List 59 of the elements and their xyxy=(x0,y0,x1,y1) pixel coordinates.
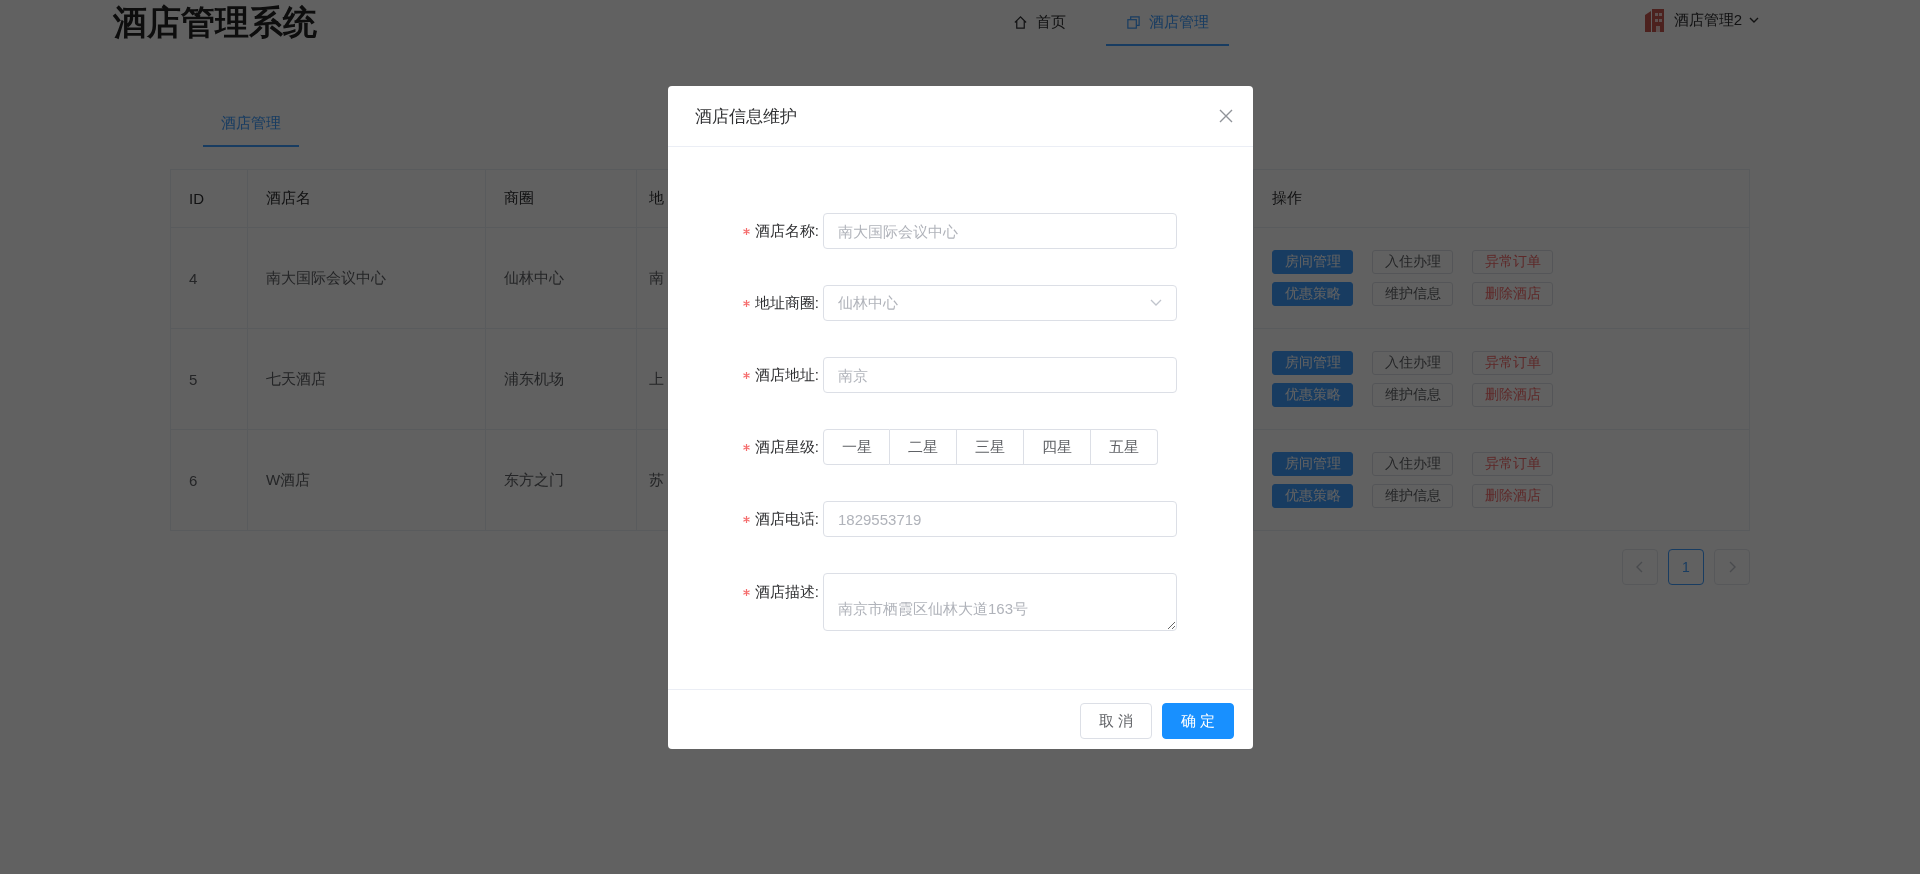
field-label: 酒店名称: xyxy=(754,221,819,241)
text-field[interactable]: 南大国际会议中心 xyxy=(823,213,1177,249)
text-field[interactable]: 南京 xyxy=(823,357,1177,393)
window-icon xyxy=(1126,14,1141,30)
table-cell: 上 xyxy=(649,369,664,389)
app-title: 酒店管理系统 xyxy=(113,2,318,43)
page-button[interactable]: 1 xyxy=(1668,549,1704,585)
action-button[interactable]: 房间管理 xyxy=(1272,452,1353,476)
field-label: 地址商圈: xyxy=(754,293,819,313)
previous-page-button[interactable] xyxy=(1622,549,1658,585)
text-field[interactable]: 1829553719 xyxy=(823,501,1177,537)
nav-tab[interactable]: 首页 xyxy=(993,0,1086,46)
action-button[interactable]: 维护信息 xyxy=(1372,383,1453,407)
close-icon[interactable] xyxy=(1219,109,1233,123)
table-cell: 4 xyxy=(189,269,198,287)
table-cell: 6 xyxy=(189,471,198,489)
confirm-button[interactable]: 确 定 xyxy=(1162,703,1234,739)
field-label: 酒店电话: xyxy=(754,509,819,529)
action-button[interactable]: 房间管理 xyxy=(1272,351,1353,375)
tab[interactable]: 酒店管理 xyxy=(203,104,299,147)
action-button[interactable]: 维护信息 xyxy=(1372,282,1453,306)
chevron-right-icon xyxy=(1727,561,1737,573)
star-option[interactable]: 二星 xyxy=(890,429,957,465)
column-header: 酒店名 xyxy=(266,189,311,208)
cancel-button[interactable]: 取 消 xyxy=(1080,703,1152,739)
dialog-title: 酒店信息维护 xyxy=(695,105,797,128)
table-cell: 七天酒店 xyxy=(266,369,326,389)
field-label: 酒店星级: xyxy=(754,437,819,457)
table-cell: 仙林中心 xyxy=(504,268,564,288)
star-option[interactable]: 四星 xyxy=(1024,429,1091,465)
column-header: 操作 xyxy=(1272,189,1302,208)
action-button[interactable]: 优惠策略 xyxy=(1272,484,1353,508)
next-page-button[interactable] xyxy=(1714,549,1750,585)
chevron-left-icon xyxy=(1635,561,1645,573)
description-field[interactable]: 南京市栖霞区仙林大道163号 xyxy=(823,573,1177,631)
action-button[interactable]: 优惠策略 xyxy=(1272,383,1353,407)
table-cell: 东方之门 xyxy=(504,470,564,490)
user-menu[interactable]: 酒店管理2 xyxy=(1641,0,1760,40)
home-icon xyxy=(1013,14,1028,30)
table-cell: W酒店 xyxy=(266,470,311,490)
field-label: 酒店地址: xyxy=(754,365,819,385)
column-header: 商圈 xyxy=(504,189,534,208)
star-option[interactable]: 三星 xyxy=(957,429,1024,465)
select-field[interactable]: 仙林中心 xyxy=(823,285,1177,321)
column-header: ID xyxy=(189,190,204,207)
table-cell: 南 xyxy=(649,268,664,288)
nav-tab[interactable]: 酒店管理 xyxy=(1106,0,1229,46)
star-option[interactable]: 一星 xyxy=(823,429,890,465)
table-cell: 南大国际会议中心 xyxy=(266,268,386,288)
table-cell: 苏 xyxy=(649,470,664,490)
table-cell: 浦东机场 xyxy=(504,369,564,389)
field-label: 酒店描述: xyxy=(754,583,819,602)
action-button[interactable]: 房间管理 xyxy=(1272,250,1353,274)
chevron-down-icon xyxy=(1150,299,1162,307)
table-cell: 5 xyxy=(189,370,198,388)
star-option[interactable]: 五星 xyxy=(1091,429,1158,465)
column-header: 地 xyxy=(649,189,664,208)
action-button[interactable]: 维护信息 xyxy=(1372,484,1453,508)
action-button[interactable]: 优惠策略 xyxy=(1272,282,1353,306)
